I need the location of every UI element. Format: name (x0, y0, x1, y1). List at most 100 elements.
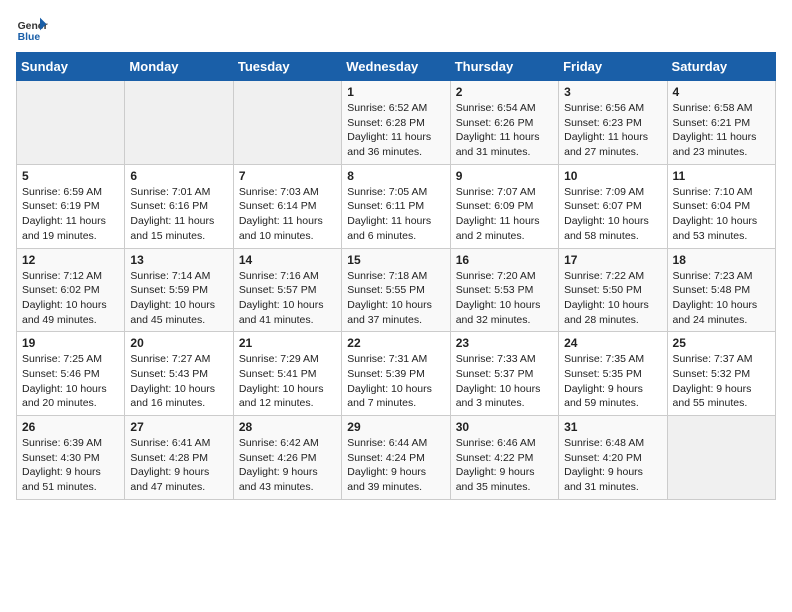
day-number: 25 (673, 336, 770, 350)
weekday-header-monday: Monday (125, 53, 233, 81)
cell-content: Sunrise: 7:29 AM Sunset: 5:41 PM Dayligh… (239, 352, 336, 411)
day-number: 19 (22, 336, 119, 350)
calendar-cell: 13 Sunrise: 7:14 AM Sunset: 5:59 PM Dayli… (125, 248, 233, 332)
cell-content: Sunrise: 7:31 AM Sunset: 5:39 PM Dayligh… (347, 352, 444, 411)
weekday-header-thursday: Thursday (450, 53, 558, 81)
svg-text:Blue: Blue (18, 32, 41, 43)
day-number: 6 (130, 169, 227, 183)
day-number: 10 (564, 169, 661, 183)
day-number: 24 (564, 336, 661, 350)
cell-content: Sunrise: 7:20 AM Sunset: 5:53 PM Dayligh… (456, 269, 553, 328)
cell-content: Sunrise: 6:59 AM Sunset: 6:19 PM Dayligh… (22, 185, 119, 244)
calendar-cell: 22 Sunrise: 7:31 AM Sunset: 5:39 PM Dayli… (342, 332, 450, 416)
day-number: 12 (22, 253, 119, 267)
calendar-cell: 27 Sunrise: 6:41 AM Sunset: 4:28 PM Dayli… (125, 416, 233, 500)
calendar-week-4: 19 Sunrise: 7:25 AM Sunset: 5:46 PM Dayli… (17, 332, 776, 416)
cell-content: Sunrise: 7:03 AM Sunset: 6:14 PM Dayligh… (239, 185, 336, 244)
cell-content: Sunrise: 6:46 AM Sunset: 4:22 PM Dayligh… (456, 436, 553, 495)
calendar-cell: 9 Sunrise: 7:07 AM Sunset: 6:09 PM Daylig… (450, 164, 558, 248)
calendar-cell: 24 Sunrise: 7:35 AM Sunset: 5:35 PM Dayli… (559, 332, 667, 416)
calendar-week-3: 12 Sunrise: 7:12 AM Sunset: 6:02 PM Dayli… (17, 248, 776, 332)
day-number: 30 (456, 420, 553, 434)
calendar-cell: 25 Sunrise: 7:37 AM Sunset: 5:32 PM Dayli… (667, 332, 775, 416)
day-number: 16 (456, 253, 553, 267)
calendar-cell: 19 Sunrise: 7:25 AM Sunset: 5:46 PM Dayli… (17, 332, 125, 416)
day-number: 31 (564, 420, 661, 434)
calendar-cell: 29 Sunrise: 6:44 AM Sunset: 4:24 PM Dayli… (342, 416, 450, 500)
cell-content: Sunrise: 7:14 AM Sunset: 5:59 PM Dayligh… (130, 269, 227, 328)
cell-content: Sunrise: 7:27 AM Sunset: 5:43 PM Dayligh… (130, 352, 227, 411)
cell-content: Sunrise: 6:42 AM Sunset: 4:26 PM Dayligh… (239, 436, 336, 495)
cell-content: Sunrise: 6:41 AM Sunset: 4:28 PM Dayligh… (130, 436, 227, 495)
weekday-header-friday: Friday (559, 53, 667, 81)
calendar-cell: 4Sunrise: 6:58 AM Sunset: 6:21 PM Daylig… (667, 81, 775, 165)
day-number: 29 (347, 420, 444, 434)
day-number: 13 (130, 253, 227, 267)
calendar-cell: 21 Sunrise: 7:29 AM Sunset: 5:41 PM Dayli… (233, 332, 341, 416)
cell-content: Sunrise: 7:12 AM Sunset: 6:02 PM Dayligh… (22, 269, 119, 328)
cell-content: Sunrise: 7:01 AM Sunset: 6:16 PM Dayligh… (130, 185, 227, 244)
calendar-cell: 18 Sunrise: 7:23 AM Sunset: 5:48 PM Dayli… (667, 248, 775, 332)
day-number: 7 (239, 169, 336, 183)
calendar-cell: 20 Sunrise: 7:27 AM Sunset: 5:43 PM Dayli… (125, 332, 233, 416)
cell-content: Sunrise: 7:23 AM Sunset: 5:48 PM Dayligh… (673, 269, 770, 328)
calendar-cell: 15 Sunrise: 7:18 AM Sunset: 5:55 PM Dayli… (342, 248, 450, 332)
calendar-cell: 6 Sunrise: 7:01 AM Sunset: 6:16 PM Daylig… (125, 164, 233, 248)
day-number: 20 (130, 336, 227, 350)
calendar-cell: 16 Sunrise: 7:20 AM Sunset: 5:53 PM Dayli… (450, 248, 558, 332)
weekday-header-row: SundayMondayTuesdayWednesdayThursdayFrid… (17, 53, 776, 81)
day-number: 8 (347, 169, 444, 183)
calendar-cell: 17 Sunrise: 7:22 AM Sunset: 5:50 PM Dayli… (559, 248, 667, 332)
calendar-cell: 2 Sunrise: 6:54 AM Sunset: 6:26 PM Daylig… (450, 81, 558, 165)
cell-content: Sunrise: 7:07 AM Sunset: 6:09 PM Dayligh… (456, 185, 553, 244)
weekday-header-wednesday: Wednesday (342, 53, 450, 81)
calendar-week-1: 1 Sunrise: 6:52 AM Sunset: 6:28 PM Daylig… (17, 81, 776, 165)
cell-content: Sunrise: 7:35 AM Sunset: 5:35 PM Dayligh… (564, 352, 661, 411)
logo: General Blue (16, 16, 52, 44)
page-header: General Blue (16, 16, 776, 44)
cell-content: Sunrise: 7:25 AM Sunset: 5:46 PM Dayligh… (22, 352, 119, 411)
day-number: 15 (347, 253, 444, 267)
calendar-cell: 11Sunrise: 7:10 AM Sunset: 6:04 PM Dayli… (667, 164, 775, 248)
day-number: 17 (564, 253, 661, 267)
calendar-cell (125, 81, 233, 165)
calendar-cell: 12 Sunrise: 7:12 AM Sunset: 6:02 PM Dayli… (17, 248, 125, 332)
calendar-cell (17, 81, 125, 165)
cell-content: Sunrise: 7:22 AM Sunset: 5:50 PM Dayligh… (564, 269, 661, 328)
day-number: 22 (347, 336, 444, 350)
day-number: 5 (22, 169, 119, 183)
calendar-cell: 23Sunrise: 7:33 AM Sunset: 5:37 PM Dayli… (450, 332, 558, 416)
weekday-header-tuesday: Tuesday (233, 53, 341, 81)
day-number: 27 (130, 420, 227, 434)
day-number: 14 (239, 253, 336, 267)
cell-content: Sunrise: 6:39 AM Sunset: 4:30 PM Dayligh… (22, 436, 119, 495)
calendar-cell: 1 Sunrise: 6:52 AM Sunset: 6:28 PM Daylig… (342, 81, 450, 165)
calendar-cell: 28Sunrise: 6:42 AM Sunset: 4:26 PM Dayli… (233, 416, 341, 500)
cell-content: Sunrise: 7:18 AM Sunset: 5:55 PM Dayligh… (347, 269, 444, 328)
cell-content: Sunrise: 7:37 AM Sunset: 5:32 PM Dayligh… (673, 352, 770, 411)
day-number: 2 (456, 85, 553, 99)
calendar-table: SundayMondayTuesdayWednesdayThursdayFrid… (16, 52, 776, 500)
weekday-header-saturday: Saturday (667, 53, 775, 81)
calendar-week-2: 5 Sunrise: 6:59 AM Sunset: 6:19 PM Daylig… (17, 164, 776, 248)
calendar-cell: 10 Sunrise: 7:09 AM Sunset: 6:07 PM Dayli… (559, 164, 667, 248)
calendar-cell: 31 Sunrise: 6:48 AM Sunset: 4:20 PM Dayli… (559, 416, 667, 500)
cell-content: Sunrise: 7:10 AM Sunset: 6:04 PM Dayligh… (673, 185, 770, 244)
calendar-cell: 3Sunrise: 6:56 AM Sunset: 6:23 PM Daylig… (559, 81, 667, 165)
cell-content: Sunrise: 6:54 AM Sunset: 6:26 PM Dayligh… (456, 101, 553, 160)
day-number: 1 (347, 85, 444, 99)
weekday-header-sunday: Sunday (17, 53, 125, 81)
cell-content: Sunrise: 6:44 AM Sunset: 4:24 PM Dayligh… (347, 436, 444, 495)
day-number: 18 (673, 253, 770, 267)
day-number: 21 (239, 336, 336, 350)
calendar-cell: 5 Sunrise: 6:59 AM Sunset: 6:19 PM Daylig… (17, 164, 125, 248)
day-number: 26 (22, 420, 119, 434)
cell-content: Sunrise: 6:52 AM Sunset: 6:28 PM Dayligh… (347, 101, 444, 160)
cell-content: Sunrise: 6:48 AM Sunset: 4:20 PM Dayligh… (564, 436, 661, 495)
calendar-cell (233, 81, 341, 165)
cell-content: Sunrise: 6:56 AM Sunset: 6:23 PM Dayligh… (564, 101, 661, 160)
cell-content: Sunrise: 7:33 AM Sunset: 5:37 PM Dayligh… (456, 352, 553, 411)
day-number: 9 (456, 169, 553, 183)
cell-content: Sunrise: 7:09 AM Sunset: 6:07 PM Dayligh… (564, 185, 661, 244)
calendar-cell: 7 Sunrise: 7:03 AM Sunset: 6:14 PM Daylig… (233, 164, 341, 248)
